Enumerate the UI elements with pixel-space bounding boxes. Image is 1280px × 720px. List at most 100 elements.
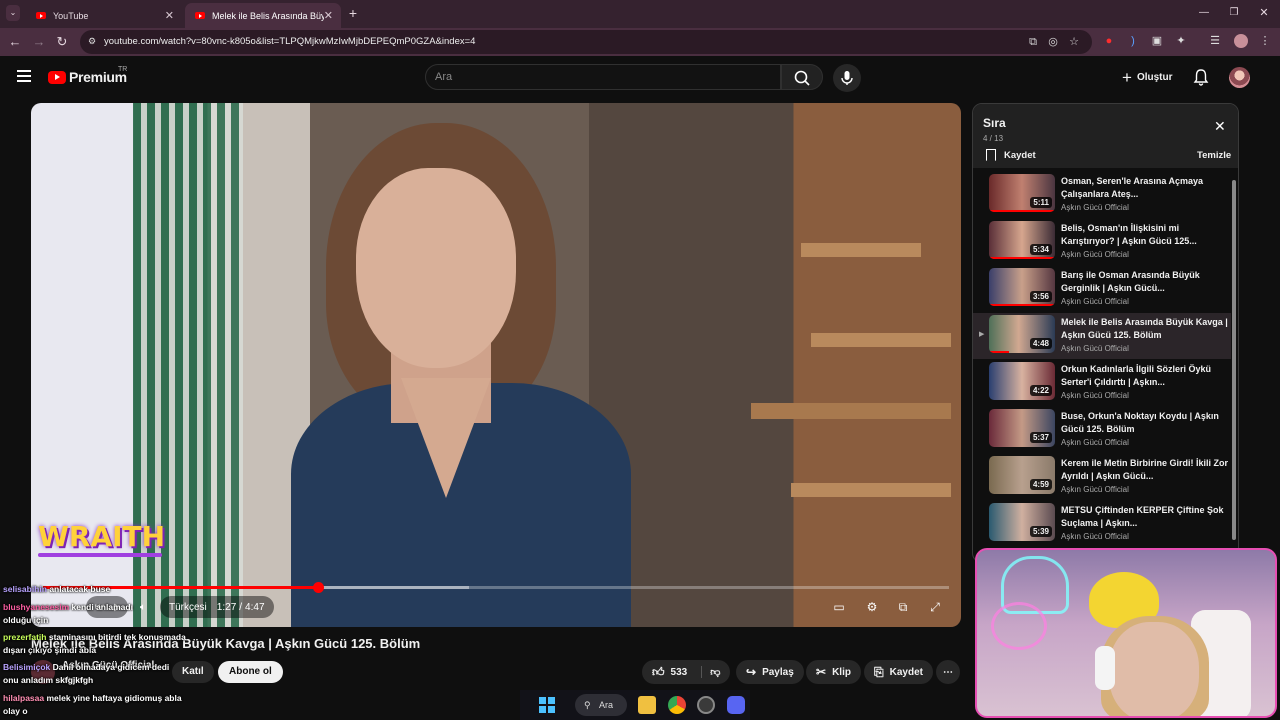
queue-item[interactable]: 5:11 Osman, Seren'le Arasına Açmaya Çalı… (973, 172, 1231, 218)
chapter-time-display[interactable]: Türkçesi 1:27 / 4:47 (160, 596, 274, 618)
tab-current-video[interactable]: Melek ile Belis Arasında Büyük ✕ (185, 3, 341, 28)
video-frame-shelf (811, 333, 951, 347)
join-button[interactable]: Katıl (172, 661, 214, 683)
queue-thumbnail: 5:39 (989, 503, 1055, 541)
install-app-icon[interactable]: ⧉ (1027, 36, 1039, 48)
file-explorer-icon[interactable] (638, 696, 656, 714)
discord-icon[interactable] (727, 696, 745, 714)
stream-overlay-logo: WRAITH (38, 520, 166, 553)
headphones-icon (1095, 646, 1115, 690)
new-tab-button[interactable]: + (345, 5, 361, 21)
chat-message: olay o (3, 706, 28, 717)
back-button[interactable]: ← (7, 34, 23, 50)
extensions-puzzle-icon[interactable]: ✦ (1175, 35, 1187, 47)
queue-item[interactable]: 5:34 Belis, Osman'ın İlişkisini mi Karış… (973, 219, 1231, 265)
extension-mask-icon[interactable]: ▣ (1151, 35, 1163, 47)
youtube-premium-logo[interactable]: Premium TR (48, 66, 127, 85)
menu-hamburger-icon[interactable] (17, 70, 31, 82)
queue-save-button[interactable]: Kaydet (986, 149, 1036, 161)
profile-avatar-icon[interactable] (1234, 34, 1248, 48)
queue-item[interactable]: 5:37 Buse, Orkun'a Noktayı Koydu | Aşkın… (973, 407, 1231, 453)
close-tab-icon[interactable]: ✕ (324, 9, 333, 22)
site-info-icon[interactable]: ⚙ (88, 36, 96, 47)
tab-label: YouTube (53, 10, 89, 21)
search-box[interactable] (425, 64, 781, 90)
taskbar-search[interactable]: ⚲ Ara (575, 694, 627, 716)
restore-window-button[interactable]: ❐ (1226, 5, 1242, 21)
like-dislike-group[interactable]: 👍︎ 533 👎︎ (642, 660, 730, 684)
obs-icon[interactable] (697, 696, 715, 714)
voice-search-button[interactable] (833, 64, 861, 92)
chat-message: dışarı çıkıyo şimdi abla (3, 645, 96, 656)
time-total: 4:47 (245, 601, 265, 613)
chat-user: selisabihin (3, 584, 47, 594)
search-button[interactable] (781, 64, 823, 90)
queue-thumbnail: 5:34 (989, 221, 1055, 259)
queue-item-title: Kerem ile Metin Birbirine Girdi! İkili Z… (1061, 458, 1229, 481)
share-button[interactable]: ↪ Paylaş (736, 660, 804, 684)
close-window-button[interactable]: ✕ (1256, 5, 1272, 21)
tracking-protection-icon[interactable]: ◎ (1047, 36, 1059, 48)
video-progress-bar[interactable] (43, 582, 949, 593)
miniplayer-icon: ⧉ (898, 600, 908, 614)
reading-list-icon[interactable]: ☰ (1209, 35, 1221, 47)
thumbs-down-icon[interactable]: 👎︎ (701, 666, 720, 678)
forward-button[interactable]: → (31, 34, 47, 50)
queue-item[interactable]: 5:39 METSU Çiftinden KERPER Çiftine Şok … (973, 501, 1231, 547)
account-avatar[interactable] (1229, 67, 1250, 88)
url-text[interactable]: youtube.com/watch?v=80vnc-k805o&list=TLP… (104, 36, 475, 47)
queue-item-channel: Aşkın Gücü Official (1061, 203, 1129, 212)
subscribe-button[interactable]: Abone ol (218, 661, 283, 683)
close-queue-icon[interactable]: ✕ (1214, 118, 1226, 135)
volume-button[interactable]: 🔈︎ (140, 596, 146, 618)
queue-item[interactable]: 4:22 Orkun Kadınlarla İlgili Sözleri Öyk… (973, 360, 1231, 406)
queue-duration: 5:39 (1029, 526, 1052, 537)
browser-menu-icon[interactable]: ⋮ (1259, 35, 1271, 47)
fullscreen-button[interactable]: ⤢ (925, 597, 945, 617)
video-player[interactable] (31, 103, 961, 627)
queue-thumbnail: 4:48 (989, 315, 1055, 353)
queue-item-channel: Aşkın Gücü Official (1061, 297, 1129, 306)
queue-item[interactable]: 4:59 Kerem ile Metin Birbirine Girdi! İk… (973, 454, 1231, 500)
queue-item[interactable]: 3:56 Barış ile Osman Arasında Büyük Gerg… (973, 266, 1231, 312)
extension-audio-icon[interactable]: ) (1127, 35, 1139, 47)
bookmark-icon (986, 149, 996, 161)
queue-duration: 4:22 (1029, 385, 1052, 396)
search-icon (794, 70, 810, 86)
like-count: 533 (670, 666, 688, 678)
notifications-button[interactable] (1192, 68, 1210, 86)
queue-item-title: METSU Çiftinden KERPER Çiftine Şok Suçla… (1061, 505, 1224, 528)
thumbs-up-icon[interactable]: 👍︎ (652, 665, 665, 680)
tab-search-button[interactable]: ⌄ (6, 5, 20, 21)
subtitles-button[interactable]: ▭ (829, 597, 849, 617)
extension-red-icon[interactable]: ● (1103, 35, 1115, 47)
queue-clear-button[interactable]: Temizle (1197, 150, 1231, 161)
windows-start-icon[interactable] (538, 696, 556, 714)
tab-youtube[interactable]: YouTube ✕ (26, 3, 182, 28)
browser-toolbar: ← → ↻ ⚙ youtube.com/watch?v=80vnc-k805o&… (0, 28, 1280, 56)
miniplayer-button[interactable]: ⧉ (893, 597, 913, 617)
youtube-favicon-icon (36, 12, 46, 19)
search-input[interactable] (426, 65, 766, 89)
minimize-window-button[interactable]: — (1196, 5, 1212, 21)
chat-message: blushyanesesim kendi anlamadı (3, 602, 133, 613)
settings-button[interactable]: ⚙ (862, 597, 882, 617)
create-button[interactable]: + Oluştur (1114, 66, 1181, 88)
progress-scrubber-handle[interactable] (312, 582, 324, 593)
stream-overlay-bar (38, 553, 162, 557)
more-actions-button[interactable]: ⋯ (936, 660, 960, 684)
chat-user: hilalpasaa (3, 693, 45, 703)
queue-item-current[interactable]: ▶ 4:48 Melek ile Belis Arasında Büyük Ka… (973, 313, 1231, 359)
share-label: Paylaş (762, 666, 794, 678)
close-tab-icon[interactable]: ✕ (165, 9, 174, 22)
chrome-icon[interactable] (668, 696, 686, 714)
clip-button[interactable]: ✂ Klip (806, 660, 861, 684)
address-bar[interactable]: ⚙ youtube.com/watch?v=80vnc-k805o&list=T… (80, 30, 1092, 54)
microphone-icon (841, 71, 853, 85)
save-button[interactable]: ⎘ Kaydet (864, 660, 933, 684)
reload-button[interactable]: ↻ (54, 34, 70, 50)
chat-user: blushyanesesim (3, 602, 70, 612)
subtitles-icon: ▭ (833, 600, 845, 614)
bookmark-star-icon[interactable]: ☆ (1068, 36, 1080, 48)
queue-scrollbar[interactable] (1231, 172, 1236, 562)
